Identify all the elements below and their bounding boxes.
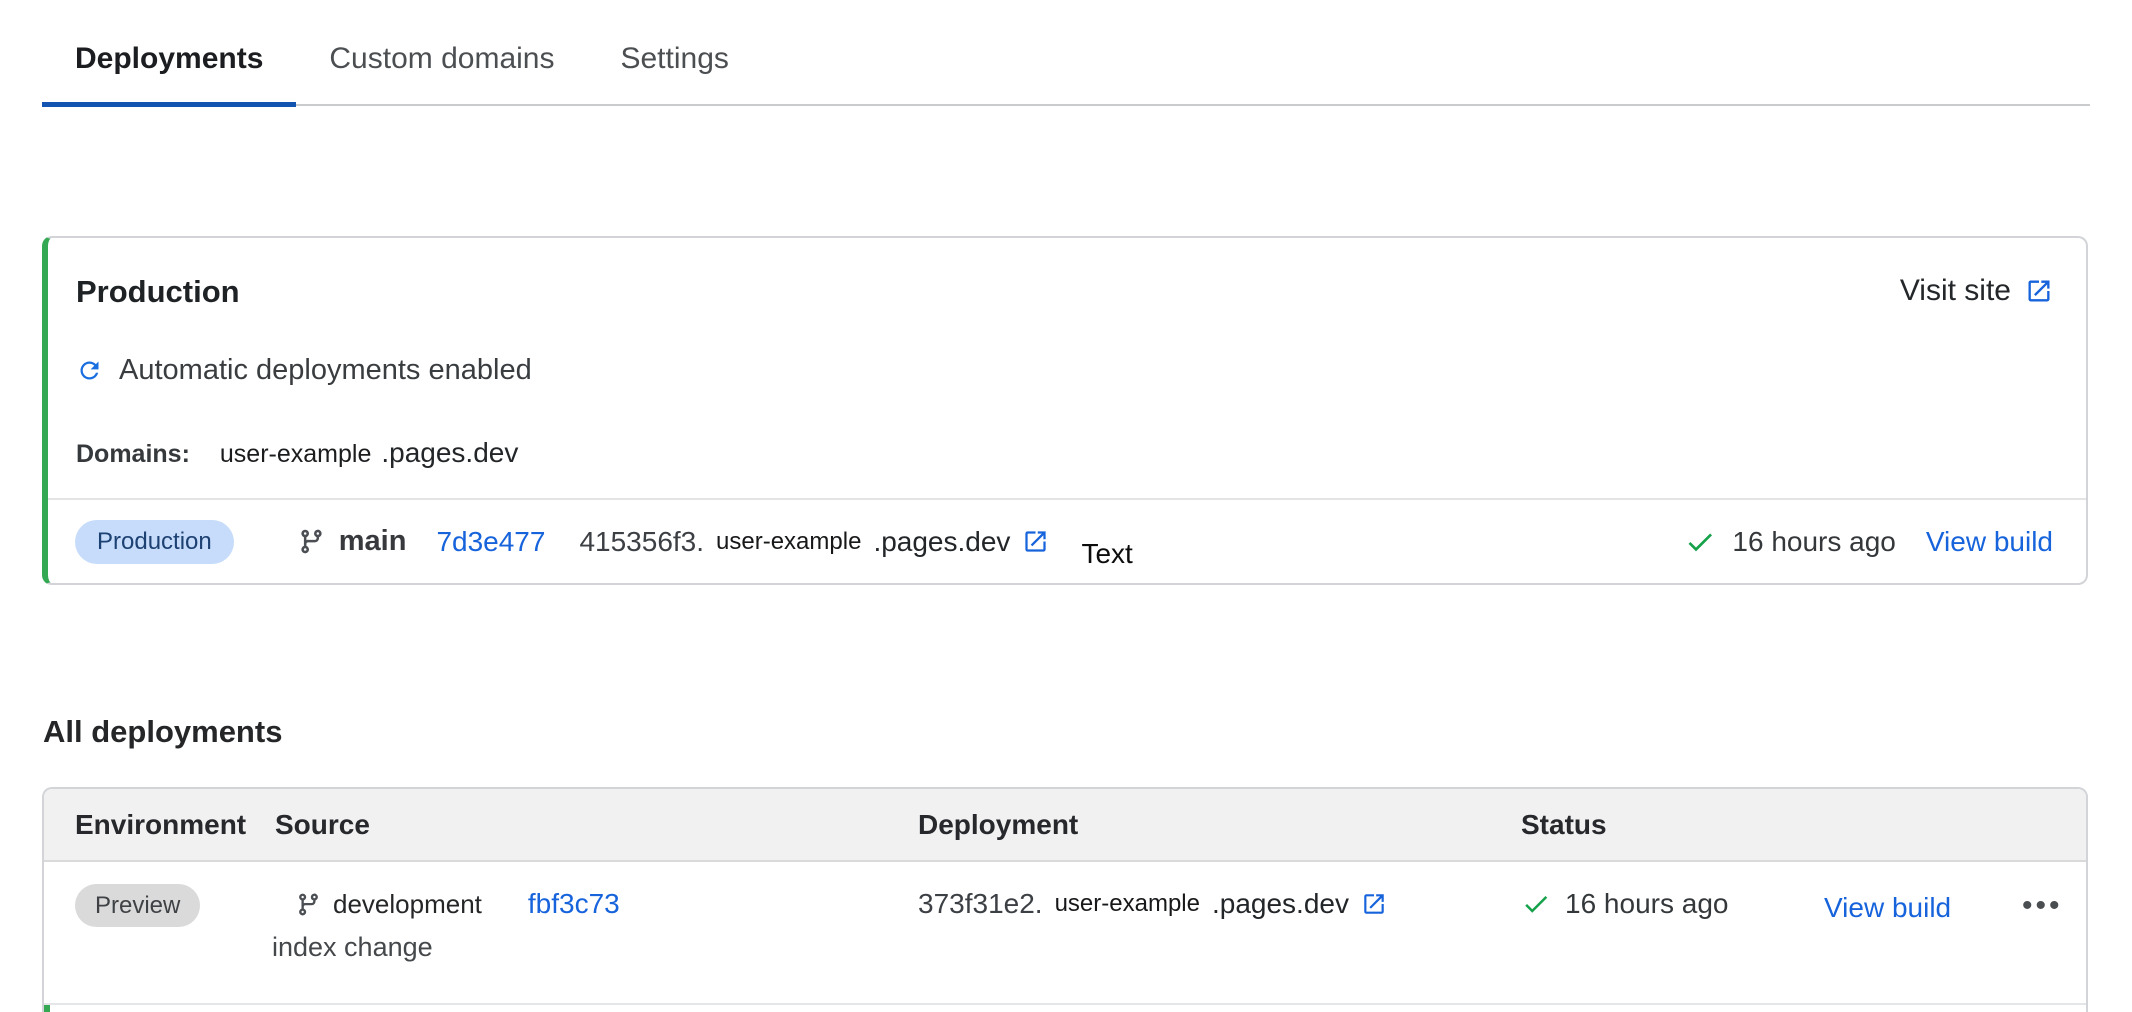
external-link-icon[interactable] — [1361, 891, 1387, 917]
table-row: Preview development fbf3c73 index change… — [44, 862, 2086, 1005]
refresh-icon — [76, 357, 103, 384]
deployment-domain-suffix: .pages.dev — [873, 526, 1010, 558]
all-deployments-heading: All deployments — [43, 714, 282, 750]
next-row-production-indicator — [44, 1005, 2086, 1012]
deployment-id: 415356f3. — [579, 526, 704, 558]
deployment-domain: user-example — [716, 528, 861, 556]
external-link-icon[interactable] — [1022, 528, 1049, 555]
deployments-table: Environment Source Deployment Status Pre… — [42, 787, 2088, 1012]
tab-settings[interactable]: Settings — [587, 26, 761, 104]
more-options-button[interactable]: ••• — [2022, 891, 2063, 921]
production-badge: Production — [75, 520, 234, 564]
column-source: Source — [275, 809, 918, 841]
commit-hash-link[interactable]: 7d3e477 — [436, 526, 545, 558]
column-status: Status — [1521, 809, 2086, 841]
success-check-icon — [1684, 526, 1716, 558]
deployment-domain-suffix: .pages.dev — [1212, 888, 1349, 920]
deployment-time: 16 hours ago — [1732, 526, 1895, 558]
git-branch-icon — [298, 528, 325, 555]
column-deployment: Deployment — [918, 809, 1521, 841]
success-check-icon — [1521, 889, 1551, 919]
deployment-cell: 373f31e2. user-example .pages.dev — [918, 888, 1521, 920]
visit-site-label: Visit site — [1900, 274, 2011, 308]
deployment-id: 373f31e2. — [918, 888, 1043, 920]
automatic-deployments-status: Automatic deployments enabled — [76, 354, 2086, 387]
tab-deployments[interactable]: Deployments — [42, 26, 296, 104]
column-environment: Environment — [75, 809, 275, 841]
branch-name: main — [339, 525, 407, 558]
tab-bar: Deployments Custom domains Settings — [42, 26, 2090, 106]
actions-cell: ••• — [2022, 888, 2086, 922]
external-link-icon — [2025, 277, 2053, 305]
view-build-cell: View build — [1824, 888, 2022, 924]
git-branch-icon — [296, 892, 321, 917]
domain-name: user-example — [220, 440, 371, 469]
branch-name: development — [333, 889, 482, 920]
tab-custom-domains[interactable]: Custom domains — [296, 26, 587, 104]
production-title: Production — [76, 274, 240, 310]
production-row-status: 16 hours ago View build — [1684, 526, 2053, 558]
view-build-link[interactable]: View build — [1926, 526, 2053, 558]
domains-line: Domains: user-example .pages.dev — [76, 437, 2086, 469]
commit-message: index change — [272, 932, 918, 963]
text-annotation: Text — [1081, 538, 1132, 570]
production-card-header: Production Visit site — [48, 238, 2086, 310]
view-build-link[interactable]: View build — [1824, 892, 1951, 923]
domain-suffix: .pages.dev — [381, 437, 518, 469]
deployment-time: 16 hours ago — [1565, 888, 1728, 920]
deployments-table-header: Environment Source Deployment Status — [44, 789, 2086, 862]
automatic-deployments-text: Automatic deployments enabled — [119, 354, 532, 387]
source-cell: development fbf3c73 index change — [275, 888, 918, 1003]
preview-badge: Preview — [75, 884, 200, 927]
deployment-domain: user-example — [1055, 890, 1200, 918]
environment-cell: Preview — [75, 888, 275, 1003]
visit-site-link[interactable]: Visit site — [1900, 274, 2053, 308]
domains-label: Domains: — [76, 440, 190, 469]
commit-hash-link[interactable]: fbf3c73 — [528, 888, 620, 920]
production-deployment-row: Production main 7d3e477 415356f3. user-e… — [48, 498, 2086, 583]
status-cell: 16 hours ago — [1521, 888, 1824, 920]
production-card: Production Visit site Automatic deployme… — [42, 236, 2088, 585]
